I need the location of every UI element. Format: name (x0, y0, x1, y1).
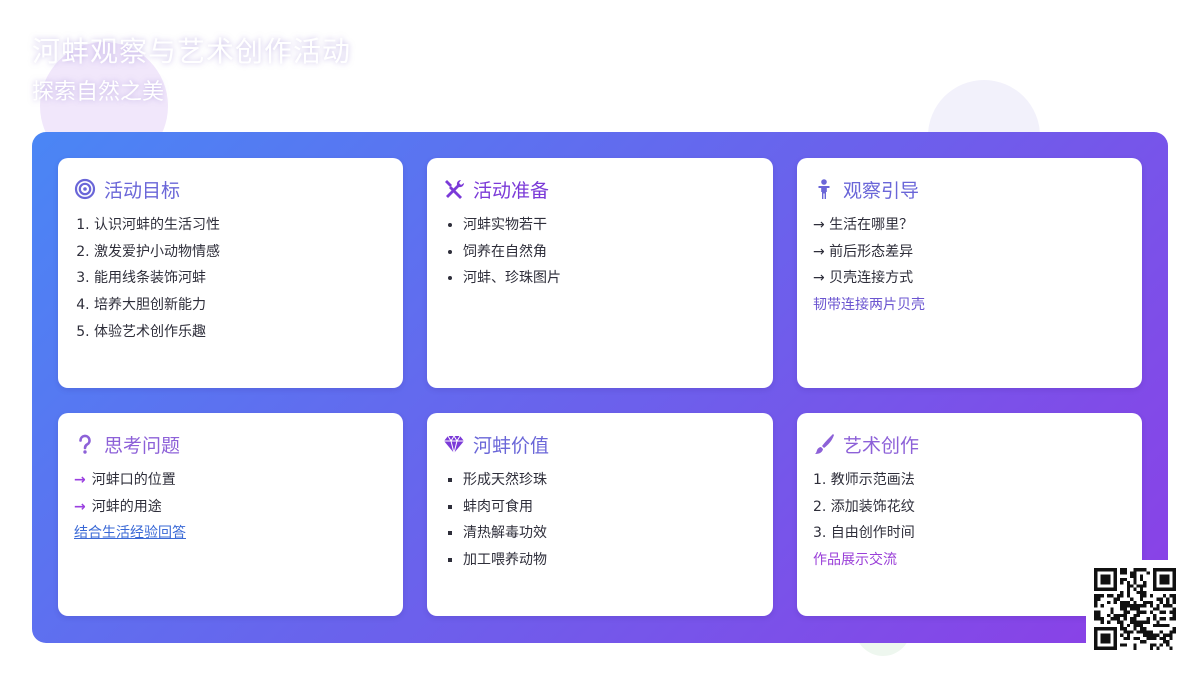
card-header: 艺术创作 (813, 431, 1126, 457)
list-item: 饲养在自然角 (463, 239, 757, 266)
list-item: → 河蚌的用途 (74, 494, 387, 521)
list-item: 能用线条装饰河蚌 (94, 265, 387, 292)
arrow-right-icon: → (74, 498, 86, 515)
list-item: 体验艺术创作乐趣 (94, 319, 387, 346)
list-item: 蚌肉可食用 (463, 494, 757, 521)
list-item: 1. 教师示范画法 (813, 472, 915, 488)
list-item: 2. 添加装饰花纹 (813, 498, 915, 515)
child-icon (813, 178, 835, 200)
card-title: 河蚌价值 (473, 434, 550, 457)
questions-list: → 河蚌口的位置 → 河蚌的用途 (74, 467, 387, 520)
list-item: → 贝壳连接方式 (813, 270, 914, 287)
page-title: 河蚌观察与艺术创作活动 (32, 35, 352, 68)
card-title: 活动目标 (104, 179, 181, 202)
goals-list: 认识河蚌的生活习性 激发爱护小动物情感 能用线条装饰河蚌 培养大胆创新能力 体验… (74, 212, 387, 346)
list-item: 清热解毒功效 (463, 520, 757, 547)
question-icon (74, 433, 96, 455)
art-note: 作品展示交流 (813, 552, 897, 569)
card-thinking-questions: 思考问题 → 河蚌口的位置 → 河蚌的用途 结合生活经验回答 (58, 413, 403, 616)
list-item: 河蚌、珍珠图片 (463, 265, 757, 292)
card-observation-guide: 观察引导 → 生活在哪里？ → 前后形态差异 → 贝壳连接方式 韧带连接两片贝壳 (797, 158, 1142, 388)
list-item: → 生活在哪里？ (813, 217, 914, 233)
list-item: → 河蚌口的位置 (74, 467, 387, 494)
card-title: 思考问题 (104, 434, 181, 457)
preparation-list: 河蚌实物若干 饲养在自然角 河蚌、珍珠图片 (443, 212, 757, 292)
list-item: 培养大胆创新能力 (94, 292, 387, 319)
list-item: 激发爱护小动物情感 (94, 239, 387, 266)
list-item: 3. 自由创作时间 (813, 525, 915, 542)
list-item: 形成天然珍珠 (463, 467, 757, 494)
observation-list: → 生活在哪里？ → 前后形态差异 → 贝壳连接方式 (813, 212, 1126, 292)
card-title: 活动准备 (473, 179, 550, 202)
art-steps-list: 1. 教师示范画法 2. 添加装饰花纹 3. 自由创作时间 (813, 467, 1126, 547)
qr-code-icon (1086, 560, 1184, 658)
list-item: 河蚌实物若干 (463, 212, 757, 239)
value-list: 形成天然珍珠 蚌肉可食用 清热解毒功效 加工喂养动物 (443, 467, 757, 574)
card-title: 观察引导 (843, 179, 920, 202)
card-title: 艺术创作 (843, 434, 920, 457)
page-subtitle: 探索自然之美 (32, 80, 165, 105)
list-item-text: 河蚌口的位置 (91, 472, 176, 488)
list-item: 认识河蚌的生活习性 (94, 212, 387, 239)
list-item-text: 河蚌的用途 (91, 498, 162, 515)
paint-brush-icon (813, 433, 835, 455)
card-header: 河蚌价值 (443, 431, 757, 457)
card-header: 思考问题 (74, 431, 387, 457)
card-header: 活动准备 (443, 176, 757, 202)
list-item: → 前后形态差异 (813, 243, 914, 260)
questions-note-link[interactable]: 结合生活经验回答 (74, 520, 387, 547)
gem-icon (443, 433, 465, 455)
observation-note: 韧带连接两片贝壳 (813, 297, 925, 314)
content-panel: 活动目标 认识河蚌的生活习性 激发爱护小动物情感 能用线条装饰河蚌 培养大胆创新… (32, 132, 1168, 643)
card-mussel-value: 河蚌价值 形成天然珍珠 蚌肉可食用 清热解毒功效 加工喂养动物 (427, 413, 773, 616)
bullseye-icon (74, 178, 96, 200)
list-item: 加工喂养动物 (463, 547, 757, 574)
card-activity-preparation: 活动准备 河蚌实物若干 饲养在自然角 河蚌、珍珠图片 (427, 158, 773, 388)
arrow-right-icon: → (74, 472, 86, 488)
tools-icon (443, 178, 465, 200)
card-activity-goals: 活动目标 认识河蚌的生活习性 激发爱护小动物情感 能用线条装饰河蚌 培养大胆创新… (58, 158, 403, 388)
card-header: 活动目标 (74, 176, 387, 202)
card-header: 观察引导 (813, 176, 1126, 202)
